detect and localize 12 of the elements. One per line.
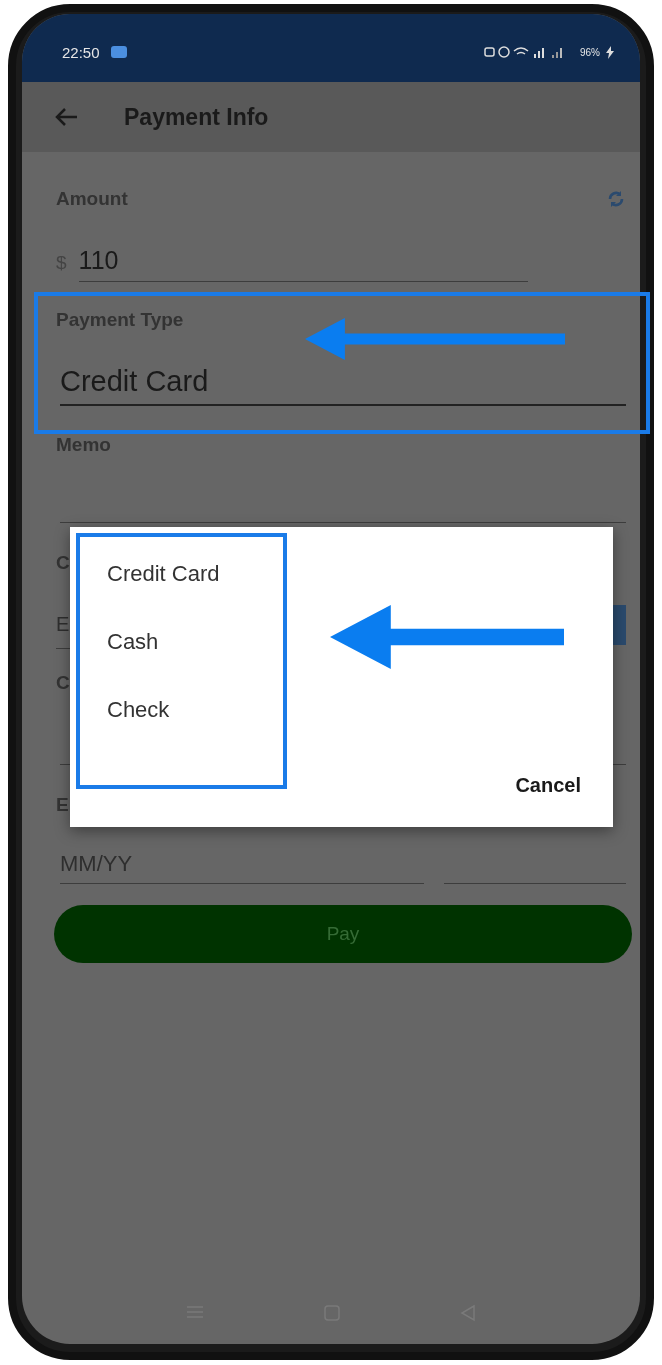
dialog-option[interactable]: Check xyxy=(107,697,220,723)
cancel-button[interactable]: Cancel xyxy=(515,774,581,797)
dialog-option[interactable]: Cash xyxy=(107,629,220,655)
battery-level: 96% xyxy=(580,46,600,58)
status-time: 22:50 xyxy=(62,43,100,61)
back-icon[interactable] xyxy=(54,107,78,127)
refresh-icon[interactable] xyxy=(606,189,626,209)
notification-icon xyxy=(109,44,128,60)
currency-symbol: $ xyxy=(56,252,67,275)
dialog-option[interactable]: Credit Card xyxy=(107,561,220,587)
screen-title: Payment Info xyxy=(124,103,269,131)
charging-icon xyxy=(606,45,614,59)
